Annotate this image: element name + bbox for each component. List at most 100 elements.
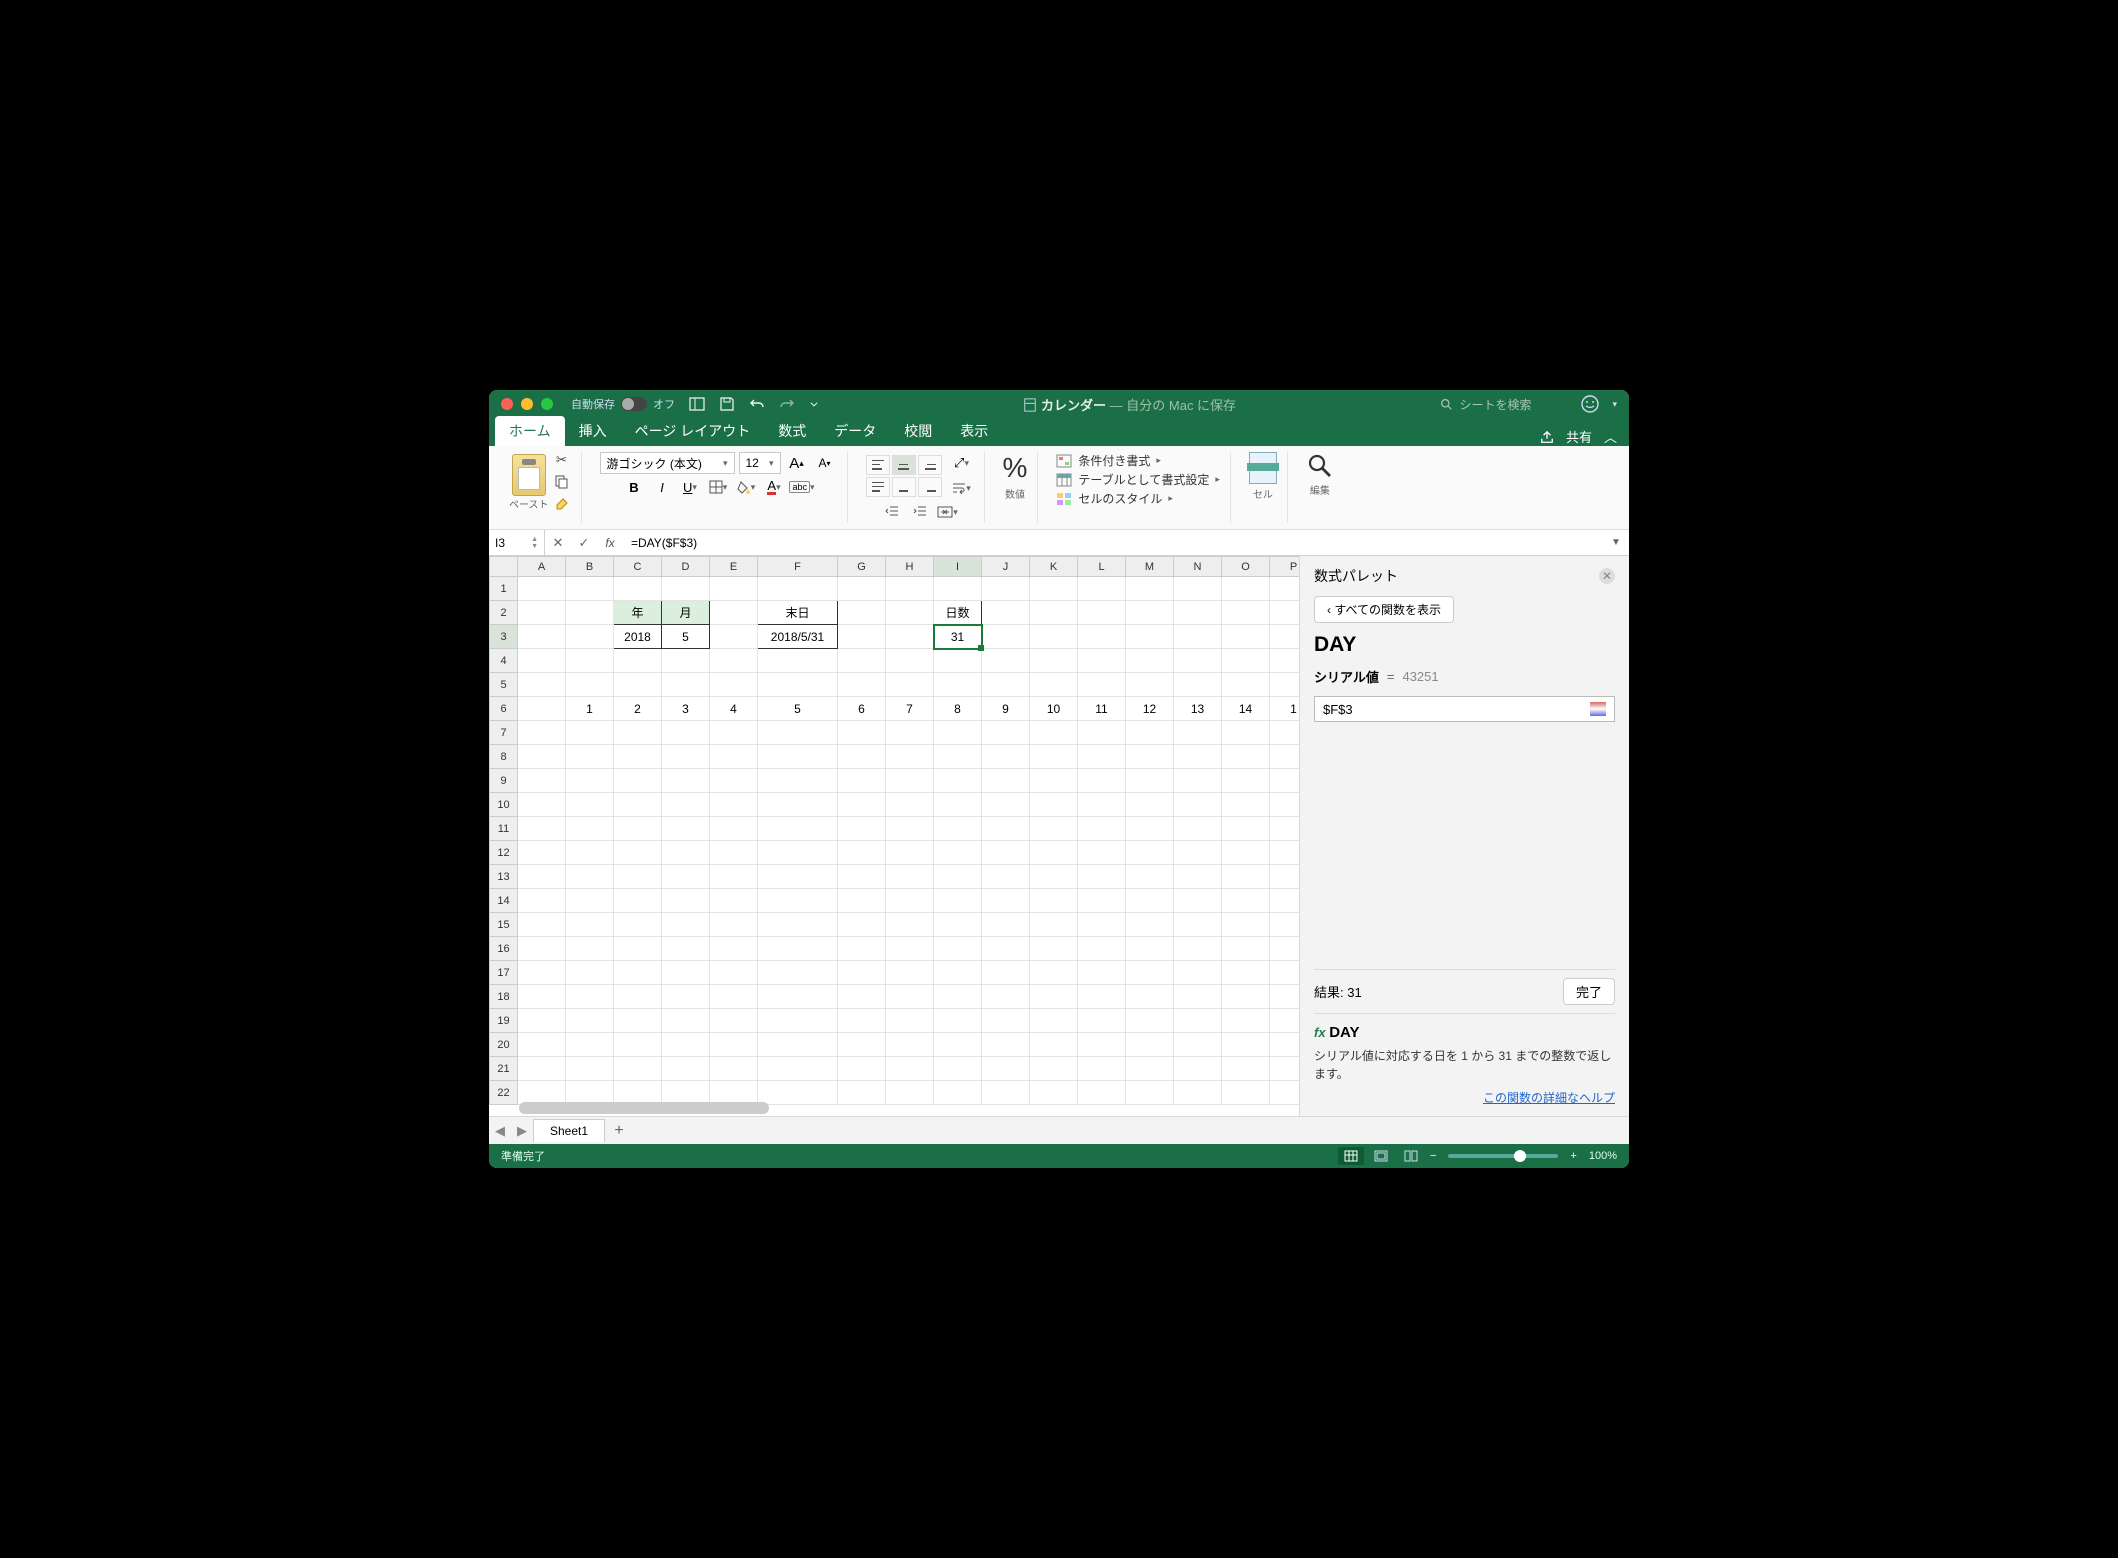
col-O[interactable]: O xyxy=(1222,557,1270,577)
font-name-select[interactable]: 游ゴシック (本文)▾ xyxy=(600,452,735,474)
col-G[interactable]: G xyxy=(838,557,886,577)
row-9[interactable]: 9 xyxy=(490,769,518,793)
col-K[interactable]: K xyxy=(1030,557,1078,577)
row-4[interactable]: 4 xyxy=(490,649,518,673)
row-16[interactable]: 16 xyxy=(490,937,518,961)
cell-year-label[interactable]: 年 xyxy=(614,601,662,625)
col-B[interactable]: B xyxy=(566,557,614,577)
add-sheet-icon[interactable]: + xyxy=(605,1122,633,1140)
cell-days-label[interactable]: 日数 xyxy=(934,601,982,625)
seq-2[interactable]: 2 xyxy=(614,697,662,721)
seq-13[interactable]: 13 xyxy=(1174,697,1222,721)
row-2[interactable]: 2 xyxy=(490,601,518,625)
cell-days-value[interactable]: 31 xyxy=(934,625,982,649)
minimize-window-button[interactable] xyxy=(521,398,533,410)
seq-11[interactable]: 11 xyxy=(1078,697,1126,721)
cell-month-value[interactable]: 5 xyxy=(662,625,710,649)
row-6[interactable]: 6 xyxy=(490,697,518,721)
next-sheet-icon[interactable]: ▶ xyxy=(511,1123,533,1139)
show-all-functions-button[interactable]: ‹ すべての関数を表示 xyxy=(1314,596,1454,623)
decrease-font-icon[interactable]: A▾ xyxy=(813,452,837,474)
col-F[interactable]: F xyxy=(758,557,838,577)
row-14[interactable]: 14 xyxy=(490,889,518,913)
indent-increase-icon[interactable] xyxy=(908,501,932,523)
seq-5[interactable]: 5 xyxy=(758,697,838,721)
formula-input[interactable]: =DAY($F$3) xyxy=(623,536,1603,550)
row-8[interactable]: 8 xyxy=(490,745,518,769)
sheet-tab-sheet1[interactable]: Sheet1 xyxy=(533,1119,605,1142)
cut-icon[interactable]: ✂ xyxy=(553,452,571,468)
col-C[interactable]: C xyxy=(614,557,662,577)
fx-icon[interactable]: fx xyxy=(597,530,623,555)
col-D[interactable]: D xyxy=(662,557,710,577)
normal-view-icon[interactable] xyxy=(1338,1147,1364,1165)
cell-styles-button[interactable]: セルのスタイル▸ xyxy=(1056,490,1173,507)
row-19[interactable]: 19 xyxy=(490,1009,518,1033)
tab-view[interactable]: 表示 xyxy=(946,416,1002,446)
fill-color-button[interactable]: ▾ xyxy=(734,476,758,498)
seq-1[interactable]: 1 xyxy=(566,697,614,721)
align-tl-icon[interactable] xyxy=(866,455,890,475)
workbook-icon[interactable] xyxy=(689,396,705,412)
tab-page-layout[interactable]: ページ レイアウト xyxy=(621,416,765,446)
undo-icon[interactable] xyxy=(749,396,765,412)
row-13[interactable]: 13 xyxy=(490,865,518,889)
row-22[interactable]: 22 xyxy=(490,1081,518,1105)
accept-formula-icon[interactable]: ✓ xyxy=(571,530,597,555)
insert-cells-icon[interactable] xyxy=(1249,452,1277,484)
zoom-window-button[interactable] xyxy=(541,398,553,410)
tab-insert[interactable]: 挿入 xyxy=(565,416,621,446)
row-1[interactable]: 1 xyxy=(490,577,518,601)
seq-4[interactable]: 4 xyxy=(710,697,758,721)
col-J[interactable]: J xyxy=(982,557,1030,577)
row-5[interactable]: 5 xyxy=(490,673,518,697)
row-11[interactable]: 11 xyxy=(490,817,518,841)
col-N[interactable]: N xyxy=(1174,557,1222,577)
underline-button[interactable]: U▾ xyxy=(678,476,702,498)
number-format-icon[interactable]: % xyxy=(1003,452,1028,484)
row-18[interactable]: 18 xyxy=(490,985,518,1009)
format-as-table-button[interactable]: テーブルとして書式設定▸ xyxy=(1056,471,1219,488)
bold-button[interactable]: B xyxy=(622,476,646,498)
format-painter-icon[interactable] xyxy=(553,496,571,512)
zoom-value[interactable]: 100% xyxy=(1589,1150,1617,1162)
align-tr-icon[interactable] xyxy=(918,455,942,475)
phonetic-button[interactable]: abc▾ xyxy=(790,476,814,498)
align-ml-icon[interactable] xyxy=(866,477,890,497)
feedback-icon[interactable] xyxy=(1580,394,1600,414)
borders-button[interactable]: ▾ xyxy=(706,476,730,498)
palette-close-icon[interactable]: ✕ xyxy=(1599,568,1615,584)
range-selector-icon[interactable] xyxy=(1590,702,1606,716)
seq-9[interactable]: 9 xyxy=(982,697,1030,721)
share-icon[interactable] xyxy=(1540,430,1554,444)
cell-lastday-label[interactable]: 末日 xyxy=(758,601,838,625)
row-7[interactable]: 7 xyxy=(490,721,518,745)
done-button[interactable]: 完了 xyxy=(1563,978,1615,1005)
col-I[interactable]: I xyxy=(934,557,982,577)
detailed-help-link[interactable]: この関数の詳細なヘルプ xyxy=(1314,1089,1615,1106)
seq-10[interactable]: 10 xyxy=(1030,697,1078,721)
cell-lastday-value[interactable]: 2018/5/31 xyxy=(758,625,838,649)
col-M[interactable]: M xyxy=(1126,557,1174,577)
close-window-button[interactable] xyxy=(501,398,513,410)
prev-sheet-icon[interactable]: ◀ xyxy=(489,1123,511,1139)
row-12[interactable]: 12 xyxy=(490,841,518,865)
find-icon[interactable] xyxy=(1306,452,1334,480)
name-box[interactable]: I3▲▼ xyxy=(489,530,545,555)
tab-review[interactable]: 校閲 xyxy=(890,416,946,446)
seq-8[interactable]: 8 xyxy=(934,697,982,721)
zoom-out-icon[interactable]: − xyxy=(1430,1150,1436,1162)
spreadsheet-grid[interactable]: A B C D E F G H I J K L M N O P 1 xyxy=(489,556,1299,1116)
qat-more-icon[interactable] xyxy=(809,396,819,412)
tab-data[interactable]: データ xyxy=(820,416,890,446)
row-10[interactable]: 10 xyxy=(490,793,518,817)
wrap-text-icon[interactable]: ▾ xyxy=(950,477,974,499)
col-H[interactable]: H xyxy=(886,557,934,577)
share-button[interactable]: 共有 xyxy=(1566,427,1592,446)
cell-year-value[interactable]: 2018 xyxy=(614,625,662,649)
seq-15[interactable]: 1 xyxy=(1270,697,1300,721)
cell-month-label[interactable]: 月 xyxy=(662,601,710,625)
font-size-select[interactable]: 12▾ xyxy=(739,452,781,474)
arg-input[interactable]: $F$3 xyxy=(1314,696,1615,722)
align-mc-icon[interactable] xyxy=(892,477,916,497)
